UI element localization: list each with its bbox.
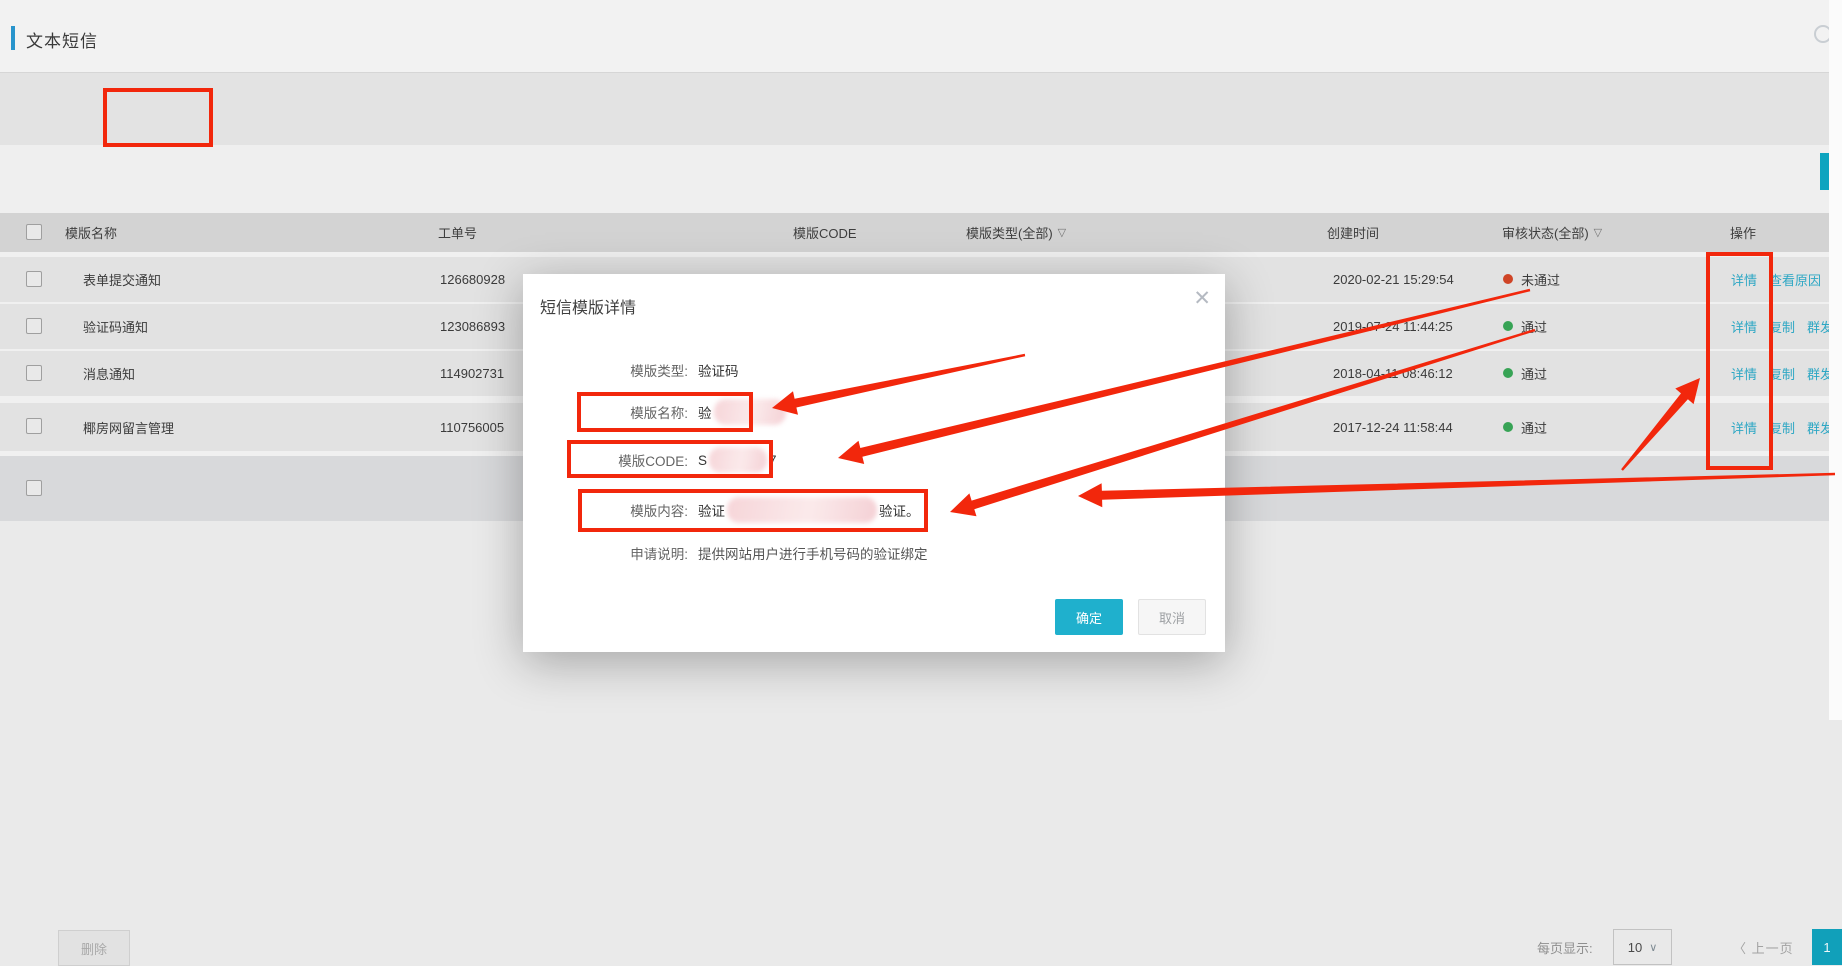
action-detail[interactable]: 详情 xyxy=(1731,257,1757,302)
field-label: 模版类型: xyxy=(523,360,688,380)
action-view-reason[interactable]: 查看原因 xyxy=(1769,257,1821,302)
value-suffix: 7 xyxy=(769,453,777,468)
field-apply-description: 申请说明: 提供网站用户进行手机号码的验证绑定 xyxy=(523,543,1225,563)
field-label: 模版名称: xyxy=(523,402,688,422)
status-text: 通过 xyxy=(1521,403,1547,451)
cell-ticket-no: 110756005 xyxy=(440,403,504,451)
col-label: 审核状态(全部) xyxy=(1502,223,1589,242)
status-text: 通过 xyxy=(1521,351,1547,396)
cell-ticket-no: 123086893 xyxy=(440,304,505,349)
field-template-content: 模版内容: 验证 验证。 xyxy=(523,500,1225,520)
value-prefix: 验证 xyxy=(698,500,725,520)
status-dot xyxy=(1503,321,1513,331)
footer-checkbox[interactable] xyxy=(26,480,42,496)
col-ticket-no: 工单号 xyxy=(438,213,477,252)
field-template-code: 模版CODE: S 7 xyxy=(523,450,1225,470)
page-title: 文本短信 xyxy=(26,27,98,52)
field-value: 验证码 xyxy=(698,360,739,380)
cell-created: 2017-12-24 11:58:44 xyxy=(1333,403,1453,451)
col-created-time: 创建时间 xyxy=(1327,213,1379,252)
tab-strip: 签名管理 模版管理 群发助手 xyxy=(0,73,1842,145)
select-all-checkbox[interactable] xyxy=(26,224,42,240)
delete-button[interactable]: 删除 xyxy=(58,930,130,966)
field-label: 模版CODE: xyxy=(523,450,688,470)
page-number-button[interactable]: 1 xyxy=(1812,929,1842,965)
page-size-label: 每页显示: xyxy=(1537,938,1593,957)
redaction-smudge xyxy=(709,447,767,473)
col-audit-status[interactable]: 审核状态(全部) ▽ xyxy=(1502,213,1602,252)
value-suffix: 验证。 xyxy=(879,500,920,520)
page-size-value: 10 xyxy=(1628,940,1642,955)
cell-ticket-no: 114902731 xyxy=(440,351,504,396)
page-header: 文本短信 xyxy=(0,0,1842,72)
action-detail[interactable]: 详情 xyxy=(1731,304,1757,349)
chevron-left-icon: 〈 xyxy=(1733,941,1747,956)
field-label: 模版内容: xyxy=(523,500,688,520)
value-prefix: 验 xyxy=(698,402,712,422)
field-template-name: 模版名称: 验 xyxy=(523,402,1225,422)
col-template-type[interactable]: 模版类型(全部) ▽ xyxy=(966,213,1066,252)
status-dot xyxy=(1503,274,1513,284)
chevron-down-icon: ∨ xyxy=(1649,941,1657,954)
template-detail-modal: 短信模版详情 ✕ 模版类型: 验证码 模版名称: 验 模版CODE: S 7 模… xyxy=(523,274,1225,652)
cell-ticket-no: 126680928 xyxy=(440,257,505,302)
action-copy[interactable]: 复制 xyxy=(1769,351,1795,396)
cell-created: 2019-07-24 11:44:25 xyxy=(1333,304,1453,349)
action-detail[interactable]: 详情 xyxy=(1731,403,1757,451)
field-value: S 7 xyxy=(698,450,777,470)
col-template-code: 模版CODE xyxy=(793,213,857,252)
prev-page-button[interactable]: 〈 上一页 xyxy=(1733,938,1794,957)
title-accent-bar xyxy=(11,26,15,50)
side-panel-tab[interactable] xyxy=(1820,153,1829,190)
cell-template-name: 表单提交通知 xyxy=(83,257,161,302)
redaction-smudge xyxy=(727,497,877,523)
field-value: 验证 验证。 xyxy=(698,500,920,520)
field-value: 提供网站用户进行手机号码的验证绑定 xyxy=(698,543,928,563)
status-text: 通过 xyxy=(1521,304,1547,349)
cell-template-name: 验证码通知 xyxy=(83,304,148,349)
table-header-row: 模版名称 工单号 模版CODE 模版类型(全部) ▽ 创建时间 审核状态(全部)… xyxy=(0,213,1842,252)
modal-title: 短信模版详情 xyxy=(540,294,636,318)
status-dot xyxy=(1503,422,1513,432)
funnel-filter-icon[interactable]: ▽ xyxy=(1058,226,1066,239)
row-checkbox[interactable] xyxy=(26,365,42,381)
col-template-name: 模版名称 xyxy=(65,213,117,252)
confirm-button[interactable]: 确定 xyxy=(1055,599,1123,635)
row-checkbox[interactable] xyxy=(26,271,42,287)
col-actions: 操作 xyxy=(1730,213,1756,252)
cell-created: 2020-02-21 15:29:54 xyxy=(1333,257,1454,302)
cell-template-name: 椰房网留言管理 xyxy=(83,403,174,451)
prev-page-label: 上一页 xyxy=(1752,941,1794,956)
redaction-smudge xyxy=(714,399,786,425)
field-value: 验 xyxy=(698,402,788,422)
close-icon[interactable]: ✕ xyxy=(1193,286,1211,311)
search-row: 查询 xyxy=(0,145,1842,213)
action-detail[interactable]: 详情 xyxy=(1731,351,1757,396)
field-label: 申请说明: xyxy=(523,543,688,563)
row-checkbox[interactable] xyxy=(26,418,42,434)
funnel-filter-icon[interactable]: ▽ xyxy=(1594,226,1602,239)
field-template-type: 模版类型: 验证码 xyxy=(523,360,1225,380)
col-label: 模版类型(全部) xyxy=(966,223,1053,242)
action-copy[interactable]: 复制 xyxy=(1769,304,1795,349)
scrollbar-track[interactable] xyxy=(1829,0,1842,720)
row-checkbox[interactable] xyxy=(26,318,42,334)
action-copy[interactable]: 复制 xyxy=(1769,403,1795,451)
cell-template-name: 消息通知 xyxy=(83,351,135,396)
status-text: 未通过 xyxy=(1521,257,1560,302)
status-dot xyxy=(1503,368,1513,378)
cancel-button[interactable]: 取消 xyxy=(1138,599,1206,635)
page-size-select[interactable]: 10 ∨ xyxy=(1613,929,1672,965)
value-prefix: S xyxy=(698,453,707,468)
cell-created: 2018-04-11 08:46:12 xyxy=(1333,351,1453,396)
